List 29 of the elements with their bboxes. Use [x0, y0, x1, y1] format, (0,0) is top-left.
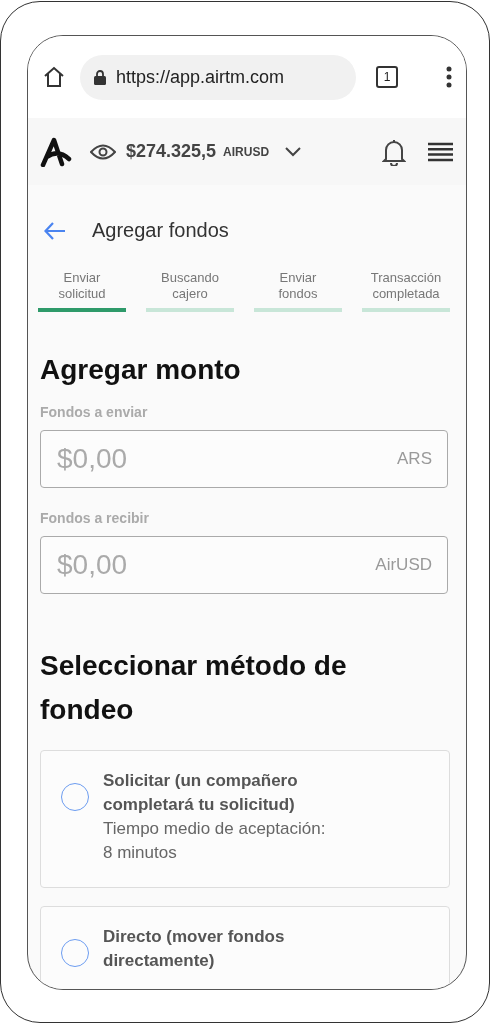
- option-detail: Tiempo medio de aceptación: 8 minutos: [103, 818, 327, 864]
- currency-label: AirUSD: [375, 555, 432, 575]
- logo-icon[interactable]: [40, 136, 72, 167]
- section-heading: Agregar monto: [40, 353, 242, 387]
- balance-amount: $274.325,5: [126, 141, 217, 162]
- field-label: Fondos a recibir: [40, 510, 150, 526]
- url-bar[interactable]: https://app.airtm.com: [80, 54, 356, 100]
- option-title: Directo (mover fondos directamente): [103, 926, 286, 972]
- step-label: Enviar fondos: [277, 270, 319, 302]
- menu-icon[interactable]: [428, 141, 453, 162]
- eye-icon[interactable]: [90, 142, 116, 161]
- home-icon[interactable]: [42, 65, 66, 89]
- step-label: Enviar solicitud: [57, 270, 107, 302]
- currency-label: ARS: [397, 449, 432, 469]
- tab-count-button[interactable]: 1: [376, 66, 398, 88]
- back-arrow-icon[interactable]: [44, 221, 66, 240]
- page-title: Agregar fondos: [92, 219, 229, 242]
- option-title: Solicitar (un compañero completará tu solicitud): [103, 770, 299, 816]
- balance-currency: AIRUSD: [223, 144, 270, 159]
- method-option-card[interactable]: Solicitar (un compañero completará tu solicitud) Tiempo medio de aceptación: 8 minutos: [40, 750, 450, 888]
- method-option-card[interactable]: Directo (mover fondos directamente): [40, 906, 450, 989]
- field-label: Fondos a enviar: [40, 404, 149, 420]
- lock-icon: [94, 69, 106, 85]
- chevron-down-icon[interactable]: [285, 146, 302, 157]
- section-heading: Seleccionar método de fondeo: [40, 649, 348, 727]
- step-label: Buscando cajero: [160, 270, 220, 302]
- step-label: Transacción completada: [370, 270, 442, 302]
- menu-icon[interactable]: [446, 66, 452, 88]
- bell-icon[interactable]: [382, 137, 406, 166]
